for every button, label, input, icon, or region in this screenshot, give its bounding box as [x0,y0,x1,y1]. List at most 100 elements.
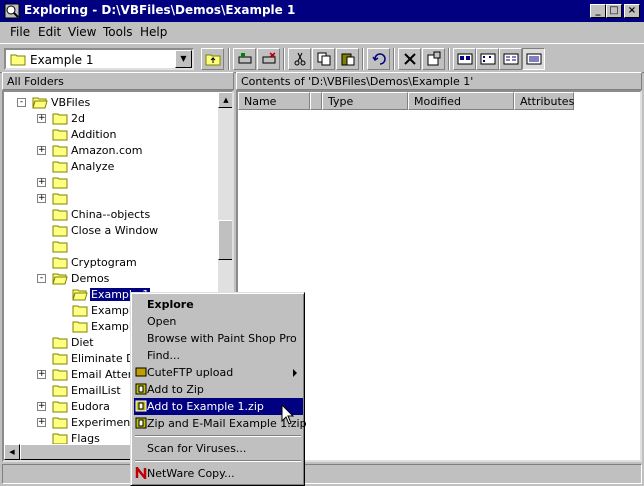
menu-open[interactable]: Open [134,313,303,330]
scroll-up-button[interactable]: ▲ [218,92,232,108]
tree-item-label: 2d [71,112,85,125]
menu-scan-viruses[interactable]: Scan for Viruses... [134,440,303,457]
tree-item[interactable]: - VBFiles [17,95,232,111]
open-folder-icon [52,272,68,285]
expand-icon[interactable]: + [37,178,46,187]
paste-icon [341,53,354,66]
menu-netware-copy[interactable]: NetWare Copy... [134,465,303,482]
folder-icon [52,400,68,413]
close-button[interactable]: × [624,4,640,18]
large-icons-button[interactable] [453,48,476,70]
paste-button[interactable] [336,48,359,70]
expand-icon[interactable]: + [37,146,46,155]
menu-view[interactable]: View [68,25,96,39]
tree-item[interactable]: Analyze [52,159,232,175]
list-view-button[interactable] [499,48,522,70]
menu-help[interactable]: Help [140,25,167,39]
tree-item-label: Eudora [71,400,110,413]
folder-icon [52,192,68,205]
menu-edit[interactable]: Edit [38,25,61,39]
window-title: Exploring - D:\VBFiles\Demos\Example 1 [24,3,296,17]
folder-icon [52,256,68,269]
folder-icon [52,368,68,381]
up-folder-icon [205,54,220,66]
tree-item-label: EmailList [71,384,121,397]
folder-icon [10,54,26,66]
expand-icon[interactable]: + [37,402,46,411]
column-name[interactable]: Name [238,92,310,110]
folder-icon [52,176,68,189]
tree-item[interactable]: + [37,175,232,191]
folder-icon [52,144,68,157]
tree-item-label: VBFiles [51,96,91,109]
location-value: Example 1 [30,53,94,67]
minimize-button[interactable]: _ [590,4,606,18]
tree-item[interactable]: +2d [37,111,232,127]
context-menu: Explore Open Browse with Paint Shop Pro … [130,292,307,486]
location-combo[interactable]: Example 1 ▼ [4,48,194,70]
title-bar[interactable]: Exploring - D:\VBFiles\Demos\Example 1 _… [0,0,644,22]
details-view-button[interactable] [522,48,545,70]
tree-item[interactable] [52,239,232,255]
tree-item[interactable]: China--objects [52,207,232,223]
menu-tools[interactable]: Tools [103,25,133,39]
scroll-thumb[interactable] [218,220,232,260]
maximize-button[interactable]: □ [606,4,622,18]
expand-icon[interactable]: + [37,114,46,123]
contents-header: Contents of 'D:\VBFiles\Demos\Example 1' [236,72,642,90]
folder-icon [52,384,68,397]
netware-icon [135,467,147,479]
folder-icon [52,224,68,237]
menu-add-to-example-zip[interactable]: Add to Example 1.zip [134,398,303,415]
menu-cuteftp-upload-label: CuteFTP upload [147,366,234,379]
menu-browse-paint-shop-pro[interactable]: Browse with Paint Shop Pro [134,330,303,347]
scissors-icon [294,52,305,66]
folder-icon [52,352,68,365]
tree-item[interactable]: Cryptogram [52,255,232,271]
tree-item[interactable]: - Demos [37,271,232,287]
column-attributes[interactable]: Attributes [514,92,574,110]
details-view-icon [526,53,541,65]
tree-item-label: Demos [71,272,110,285]
tree-item[interactable]: Close a Window [52,223,232,239]
delete-x-icon [403,53,416,65]
column-spacer[interactable] [310,92,322,110]
tree-item-label: Amazon.com [71,144,143,157]
menu-file[interactable]: File [10,25,30,39]
disconnect-drive-icon [262,52,275,64]
hscroll-thumb[interactable] [20,444,140,460]
menu-explore[interactable]: Explore [134,296,303,313]
expand-icon[interactable]: + [37,418,46,427]
tree-item[interactable]: + Amazon.com [37,143,232,159]
small-icons-button[interactable] [476,48,499,70]
scroll-left-button[interactable]: ◀ [4,444,20,460]
column-type[interactable]: Type [322,92,408,110]
menu-cuteftp-upload[interactable]: CuteFTP upload [134,364,303,381]
undo-icon [371,53,386,65]
menu-find[interactable]: Find... [134,347,303,364]
chevron-down-icon[interactable]: ▼ [175,50,192,68]
small-icons-icon [480,53,495,65]
up-one-level-button[interactable] [201,48,224,70]
copy-button[interactable] [312,48,335,70]
open-folder-icon [32,96,48,109]
tree-item[interactable]: Addition [52,127,232,143]
menu-add-to-zip-label: Add to Zip [147,383,204,396]
disconnect-drive-button[interactable] [257,48,280,70]
tree-item[interactable]: + [37,191,232,207]
map-drive-button[interactable] [233,48,256,70]
delete-button[interactable] [398,48,421,70]
all-folders-header: All Folders [2,72,234,90]
properties-button[interactable] [422,48,445,70]
menu-add-to-zip[interactable]: Add to Zip [134,381,303,398]
menu-zip-and-email[interactable]: Zip and E-Mail Example 1.zip [134,415,307,432]
collapse-icon[interactable]: - [17,98,26,107]
expand-icon[interactable]: + [37,370,46,379]
folder-icon [52,208,68,221]
column-modified[interactable]: Modified [408,92,514,110]
undo-button[interactable] [367,48,390,70]
expand-icon[interactable]: + [37,194,46,203]
collapse-icon[interactable]: - [37,274,46,283]
cut-button[interactable] [288,48,311,70]
menu-bar: File Edit View Tools Help [0,22,644,42]
